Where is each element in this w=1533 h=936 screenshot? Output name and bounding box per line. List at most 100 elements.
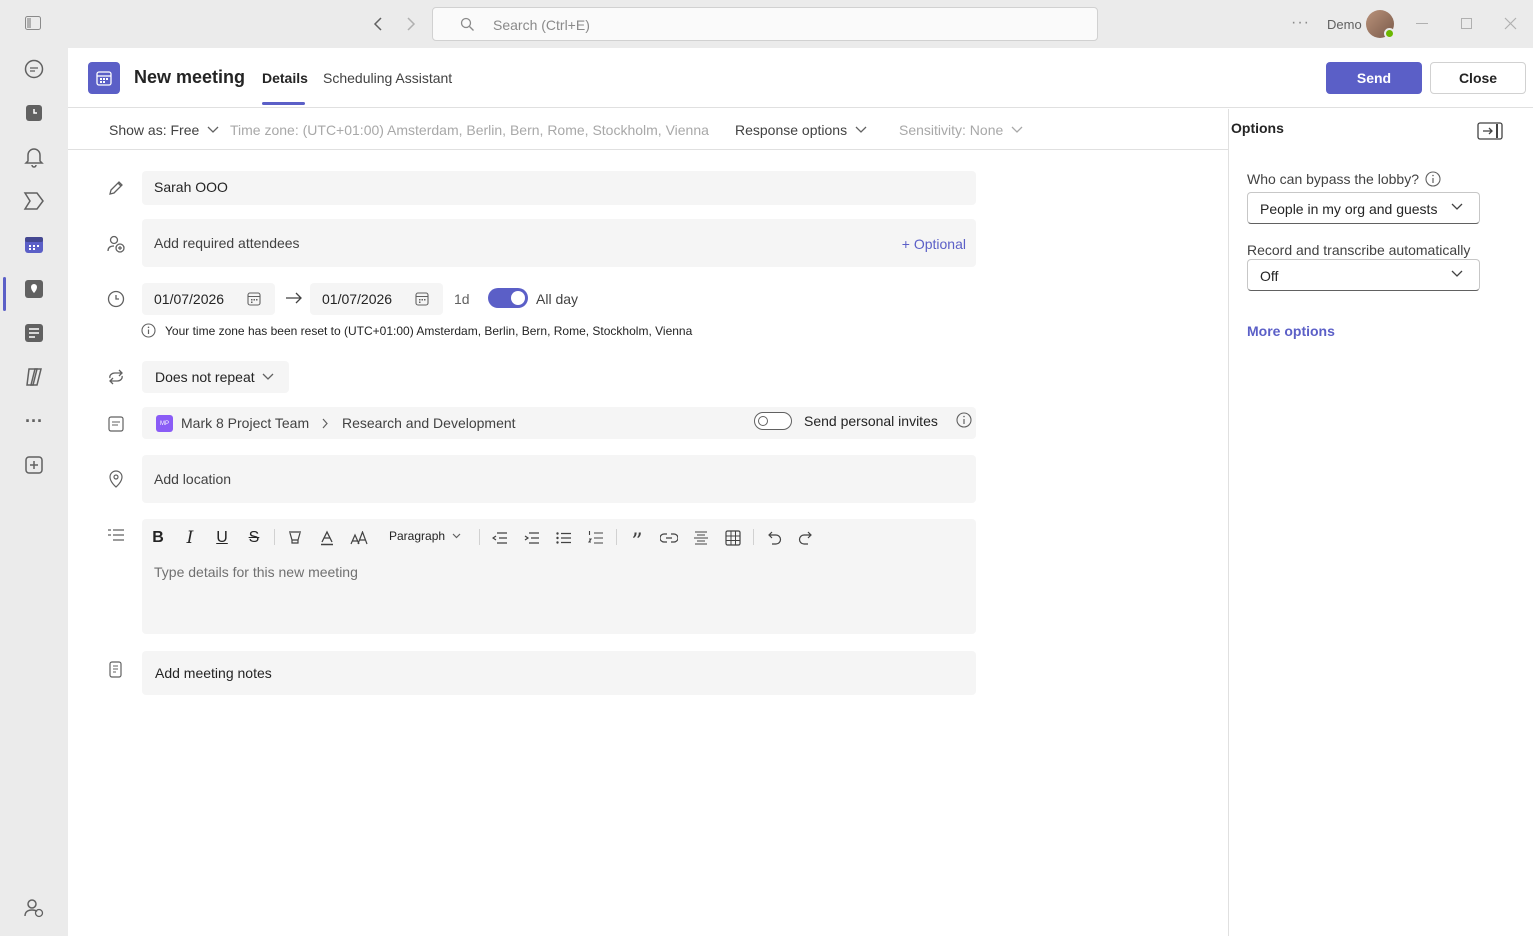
avatar[interactable] — [1366, 10, 1395, 39]
more-options-icon[interactable]: ··· — [1291, 14, 1310, 32]
more-apps-icon[interactable]: ··· — [20, 407, 48, 435]
text-description-icon — [106, 525, 126, 545]
toolbar-divider — [753, 529, 754, 545]
all-day-label: All day — [536, 291, 579, 307]
notes-icon[interactable] — [20, 319, 48, 347]
font-color-icon[interactable] — [316, 527, 338, 549]
timezone-notice: Your time zone has been reset to (UTC+01… — [165, 324, 693, 338]
search-icon — [460, 17, 475, 32]
record-dropdown[interactable]: Off — [1247, 259, 1480, 291]
meeting-options-bar: Show as: Free Time zone: (UTC+01:00) Ams… — [68, 109, 1228, 150]
send-button[interactable]: Send — [1326, 62, 1422, 94]
maximize-icon[interactable] — [1461, 18, 1472, 29]
response-options-dropdown[interactable]: Response options — [735, 122, 867, 138]
search-box[interactable]: Search (Ctrl+E) — [432, 7, 1098, 41]
arrow-right-icon — [285, 292, 303, 304]
teams-icon[interactable] — [20, 187, 48, 215]
attendees-placeholder: Add required attendees — [154, 235, 300, 251]
attendees-field[interactable]: Add required attendees + Optional — [142, 219, 976, 267]
font-size-icon[interactable] — [348, 527, 370, 549]
title-value: Sarah OOO — [154, 179, 228, 195]
team-name: Mark 8 Project Team — [181, 415, 310, 431]
lobby-dropdown[interactable]: People in my org and guests — [1247, 192, 1480, 224]
toolbar-divider — [274, 529, 275, 545]
calendar-small-icon[interactable] — [247, 292, 261, 306]
location-icon[interactable] — [20, 275, 48, 303]
tab-scheduling-assistant[interactable]: Scheduling Assistant — [323, 70, 452, 86]
minimize-icon[interactable] — [1416, 23, 1428, 24]
paragraph-style-value: Paragraph — [389, 529, 446, 543]
people-icon[interactable] — [20, 894, 48, 922]
meeting-notes-field[interactable]: Add meeting notes — [142, 651, 976, 695]
meeting-header: New meeting Details Scheduling Assistant… — [68, 48, 1533, 108]
strikethrough-icon[interactable]: S — [243, 527, 265, 549]
optional-attendees-link[interactable]: + Optional — [902, 236, 966, 252]
copilot-icon[interactable] — [20, 363, 48, 391]
more-options-link[interactable]: More options — [1247, 323, 1335, 339]
chat-icon[interactable] — [20, 55, 48, 83]
active-tab-indicator — [262, 102, 305, 105]
collapse-panel-icon[interactable] — [1477, 122, 1503, 140]
details-editor[interactable]: B I U S Paragraph ” Type details for thi… — [142, 519, 976, 634]
paragraph-style-dropdown[interactable]: Paragraph — [389, 529, 461, 543]
bold-icon[interactable]: B — [147, 527, 169, 549]
info-icon[interactable] — [1425, 171, 1441, 187]
details-placeholder: Type details for this new meeting — [154, 564, 358, 580]
chevron-down-icon — [855, 126, 867, 133]
underline-icon[interactable]: U — [211, 527, 233, 549]
meeting-notes-icon — [106, 660, 126, 680]
repeat-dropdown[interactable]: Does not repeat — [142, 361, 289, 393]
sidebar-toggle-icon[interactable] — [25, 16, 41, 30]
horizontal-rule-icon[interactable] — [690, 527, 712, 549]
notifications-icon[interactable] — [20, 143, 48, 171]
end-date-picker[interactable]: 01/07/2026 — [310, 283, 443, 315]
location-placeholder: Add location — [154, 471, 232, 487]
start-date-picker[interactable]: 01/07/2026 — [142, 283, 275, 315]
activity-icon[interactable] — [20, 99, 48, 127]
show-as-dropdown[interactable]: Show as: Free — [109, 122, 219, 138]
increase-indent-icon[interactable] — [521, 527, 543, 549]
record-label: Record and transcribe automatically — [1247, 242, 1471, 258]
table-icon[interactable] — [722, 527, 744, 549]
quote-icon[interactable]: ” — [626, 527, 648, 555]
app-rail: ··· — [0, 48, 68, 936]
channel-name: Research and Development — [342, 415, 516, 431]
title-field[interactable]: Sarah OOO — [142, 171, 976, 205]
close-button[interactable]: Close — [1430, 62, 1526, 94]
channel-field[interactable]: MP Mark 8 Project Team Research and Deve… — [142, 407, 976, 439]
channel-icon — [106, 414, 126, 434]
calendar-small-icon[interactable] — [415, 292, 429, 306]
info-icon[interactable] — [956, 412, 972, 428]
clock-icon — [106, 289, 126, 309]
link-icon[interactable] — [658, 527, 680, 549]
account-name: Demo — [1327, 17, 1362, 32]
chevron-right-icon — [322, 418, 328, 429]
sensitivity-dropdown[interactable]: Sensitivity: None — [899, 122, 1023, 138]
highlight-icon[interactable] — [284, 527, 306, 549]
redo-icon[interactable] — [795, 527, 817, 549]
chevron-down-icon — [1011, 126, 1023, 133]
italic-icon[interactable]: I — [179, 527, 201, 549]
close-window-icon[interactable] — [1504, 17, 1517, 30]
response-options-label: Response options — [735, 122, 848, 138]
decrease-indent-icon[interactable] — [489, 527, 511, 549]
search-placeholder: Search (Ctrl+E) — [493, 17, 590, 33]
calendar-icon[interactable] — [20, 231, 48, 259]
chevron-down-icon — [1451, 203, 1463, 210]
location-field[interactable]: Add location — [142, 455, 976, 503]
lobby-value: People in my org and guests — [1260, 201, 1438, 217]
location-pin-icon — [106, 469, 126, 489]
tab-details[interactable]: Details — [262, 70, 308, 86]
timezone-selector[interactable]: Time zone: (UTC+01:00) Amsterdam, Berlin… — [230, 122, 709, 138]
all-day-toggle[interactable] — [488, 288, 528, 308]
bulleted-list-icon[interactable] — [553, 527, 575, 549]
forward-arrow-icon[interactable] — [404, 16, 418, 32]
undo-icon[interactable] — [763, 527, 785, 549]
repeat-value: Does not repeat — [155, 369, 255, 385]
personal-invites-label: Send personal invites — [804, 413, 938, 429]
personal-invites-toggle[interactable] — [754, 412, 792, 430]
numbered-list-icon[interactable] — [585, 527, 607, 549]
add-apps-icon[interactable] — [20, 451, 48, 479]
chevron-down-icon — [262, 373, 274, 380]
back-arrow-icon[interactable] — [371, 16, 385, 32]
